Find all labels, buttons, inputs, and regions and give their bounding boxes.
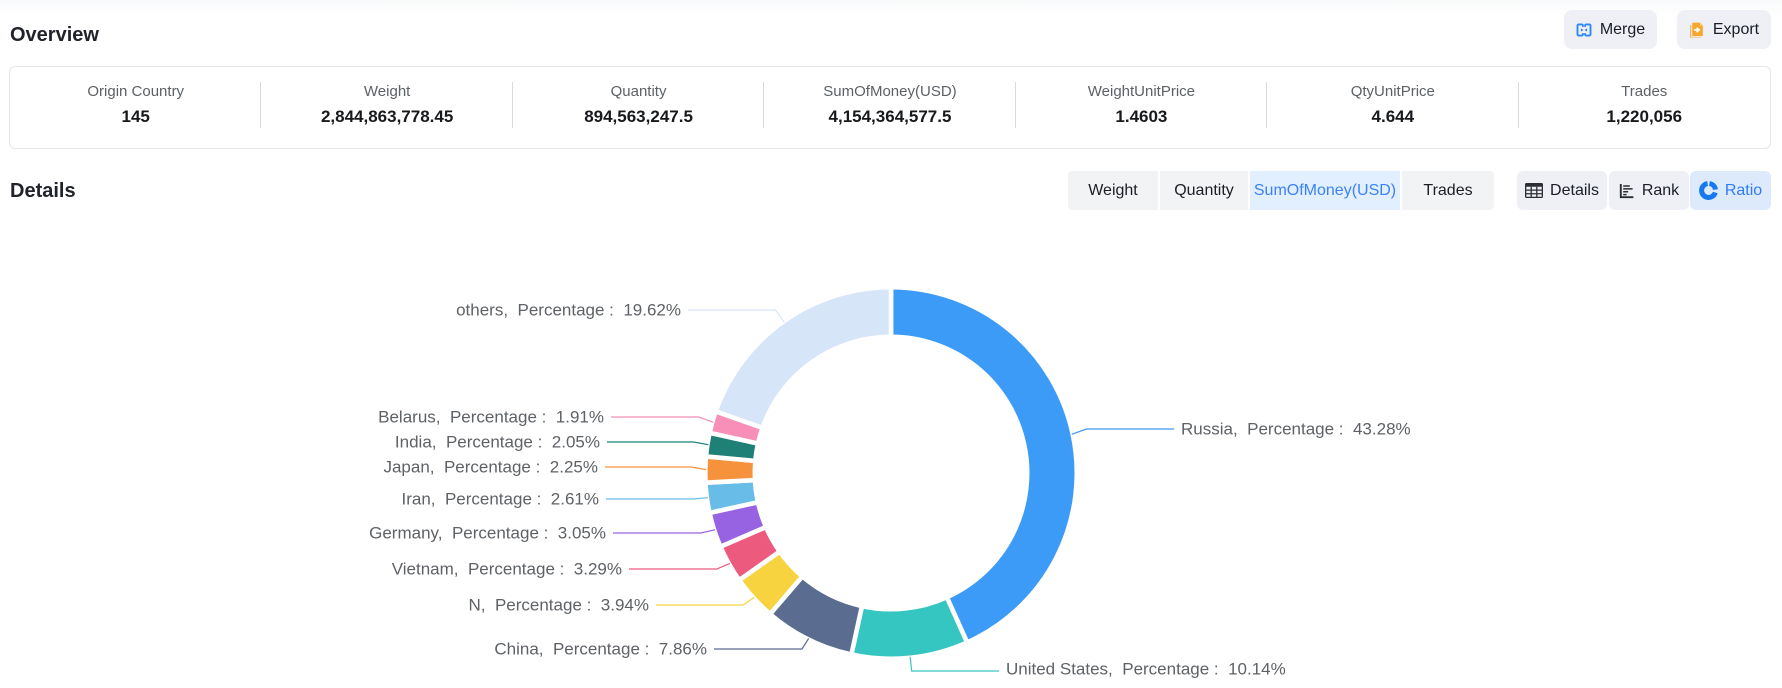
svg-text:India, Percentage : 2.05%: India, Percentage : 2.05% — [395, 433, 600, 452]
svg-text:Russia, Percentage : 43.28%: Russia, Percentage : 43.28% — [1181, 420, 1411, 439]
svg-text:N, Percentage : 3.94%: N, Percentage : 3.94% — [469, 596, 650, 615]
svg-text:others, Percentage : 19.62%: others, Percentage : 19.62% — [456, 301, 681, 320]
svg-text:China, Percentage : 7.86%: China, Percentage : 7.86% — [494, 640, 707, 659]
svg-text:United States, Percentage :: United States, Percentage : 10.14% — [1006, 660, 1286, 679]
svg-text:Vietnam, Percentage : 3.29%: Vietnam, Percentage : 3.29% — [392, 560, 622, 579]
svg-text:Japan, Percentage : 2.25%: Japan, Percentage : 2.25% — [383, 458, 598, 477]
svg-text:Germany, Percentage : 3.05%: Germany, Percentage : 3.05% — [369, 524, 606, 543]
svg-text:Iran, Percentage : 2.61%: Iran, Percentage : 2.61% — [401, 490, 599, 509]
svg-text:Belarus, Percentage : 1.91%: Belarus, Percentage : 1.91% — [378, 408, 604, 427]
